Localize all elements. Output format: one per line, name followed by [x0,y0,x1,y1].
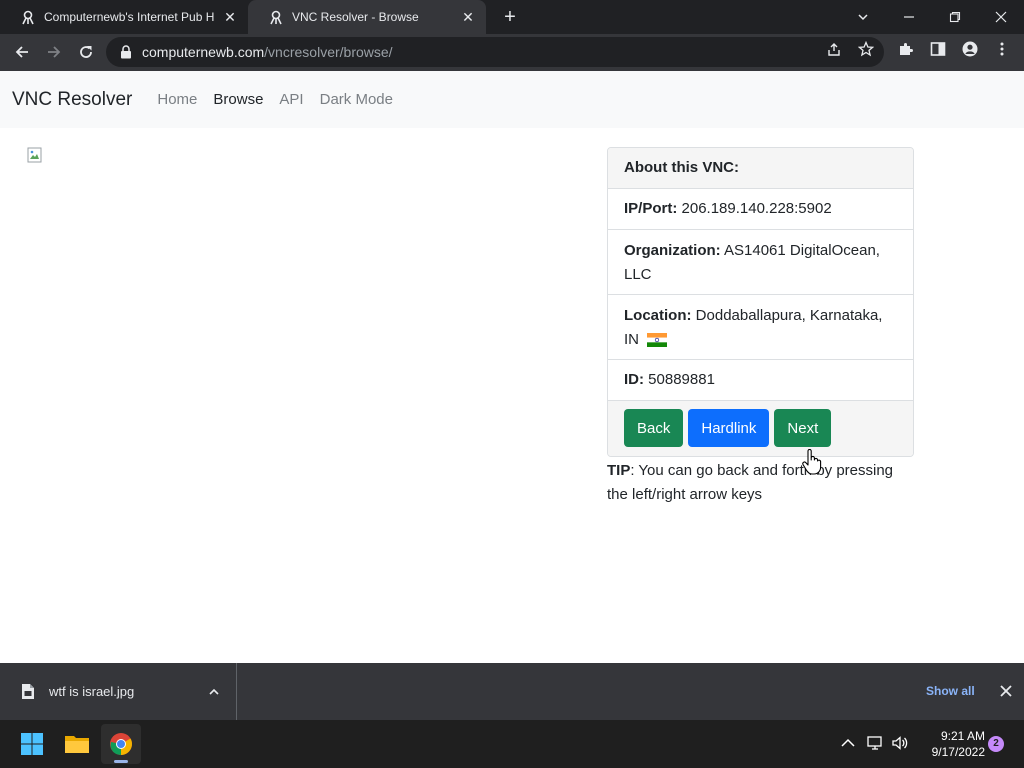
file-explorer-icon[interactable] [57,724,97,764]
forward-arrow-icon[interactable] [40,38,68,66]
tab-title: Computernewb's Internet Pub H [44,10,215,24]
close-window-button[interactable] [978,0,1024,34]
close-downloads-icon[interactable] [998,683,1014,699]
chevron-up-icon[interactable] [208,686,220,698]
organization-label: Organization: [624,242,721,259]
file-icon [22,684,34,699]
vnc-info-card: About this VNC: IP/Port: 206.189.140.228… [607,147,914,457]
computernewb-favicon-icon [270,10,282,25]
windows-taskbar: 9:21 AM 9/17/2022 [0,720,1024,768]
browser-tab-active[interactable]: VNC Resolver - Browse ✕ [248,0,486,34]
id-value: 50889881 [648,371,715,388]
location-row: Location: Doddaballapura, Karnataka, IN [608,295,913,360]
site-brand[interactable]: VNC Resolver [12,89,132,111]
share-icon[interactable] [826,41,842,57]
show-hidden-icons-chevron-icon[interactable] [839,734,857,752]
tab-close-icon[interactable]: ✕ [222,9,238,26]
nav-link-dark-mode[interactable]: Dark Mode [320,91,393,108]
extensions-puzzle-icon[interactable] [898,41,914,57]
browser-tab-strip: Computernewb's Internet Pub H ✕ VNC Reso… [0,0,1024,34]
url-text: computernewb.com/vncresolver/browse/ [142,44,393,60]
lock-icon [121,45,131,59]
computernewb-favicon-icon [22,10,34,25]
side-panel-icon[interactable] [930,41,946,57]
nav-link-browse[interactable]: Browse [213,91,263,108]
profile-avatar-icon[interactable] [962,41,978,57]
reload-icon[interactable] [72,38,100,66]
ip-port-row: IP/Port: 206.189.140.228:5902 [608,189,913,230]
location-label: Location: [624,307,692,324]
windows-start-icon[interactable] [12,724,52,764]
organization-row: Organization: AS14061 DigitalOcean, LLC [608,230,913,295]
hand-cursor-icon [802,449,822,475]
download-item[interactable]: wtf is israel.jpg [0,663,237,720]
bookmark-star-icon[interactable] [858,41,874,57]
more-menu-icon[interactable] [994,41,1010,57]
downloads-bar: wtf is israel.jpg Show all [0,663,1024,720]
download-filename: wtf is israel.jpg [49,684,135,699]
back-button[interactable]: Back [624,409,684,447]
tip-body: : You can go back and forth by pressing … [607,462,894,503]
card-header: About this VNC: [608,148,913,189]
id-label: ID: [624,371,644,388]
tab-close-icon[interactable]: ✕ [460,9,476,26]
india-flag-icon [647,333,668,348]
broken-image-icon [27,147,42,163]
system-clock[interactable]: 9:21 AM 9/17/2022 [915,728,985,760]
tab-search-icon[interactable] [840,0,886,34]
nav-link-api[interactable]: API [279,91,303,108]
network-icon[interactable] [866,734,884,752]
browser-toolbar: computernewb.com/vncresolver/browse/ [0,34,1024,71]
nav-link-home[interactable]: Home [157,91,197,108]
card-footer: Back Hardlink Next [608,401,913,456]
ip-port-value: 206.189.140.228:5902 [681,200,832,217]
clock-time: 9:21 AM [940,729,985,743]
volume-icon[interactable] [891,734,909,752]
browser-tab[interactable]: Computernewb's Internet Pub H ✕ [0,0,248,34]
tip-label: TIP [607,462,631,479]
restore-button[interactable] [932,0,978,34]
site-navbar: VNC Resolver Home Browse API Dark Mode [0,71,1024,128]
minimize-button[interactable] [886,0,932,34]
ip-port-label: IP/Port: [624,200,678,217]
new-tab-button[interactable]: + [498,5,522,29]
next-button[interactable]: Next [774,409,832,447]
notification-badge[interactable]: 2 [988,736,1004,752]
tip-text: TIP: You can go back and forth by pressi… [607,459,917,507]
hardlink-button[interactable]: Hardlink [688,409,770,447]
chrome-taskbar-icon[interactable] [101,724,141,764]
back-arrow-icon[interactable] [8,38,36,66]
active-app-indicator [114,760,128,763]
clock-date: 9/17/2022 [931,745,985,759]
address-bar[interactable]: computernewb.com/vncresolver/browse/ [106,37,884,67]
show-all-link[interactable]: Show all [926,684,975,698]
tab-title: VNC Resolver - Browse [292,10,419,24]
id-row: ID: 50889881 [608,360,913,401]
